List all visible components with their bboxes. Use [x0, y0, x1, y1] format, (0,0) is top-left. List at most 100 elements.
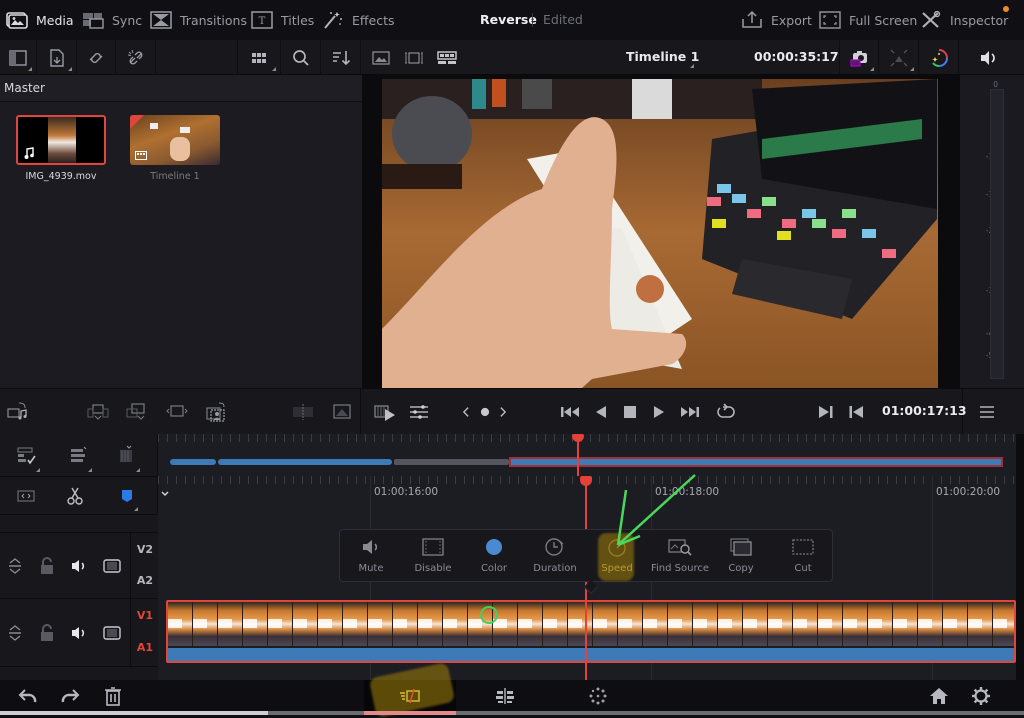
menu-item-mute[interactable]: Mute — [340, 530, 402, 583]
menu-item-cut[interactable]: Cut — [772, 530, 834, 583]
home-button[interactable] — [926, 680, 952, 712]
hamburger-menu-icon — [980, 406, 994, 418]
jump-to-end-button[interactable] — [676, 389, 704, 435]
film-track-icon[interactable] — [102, 556, 122, 576]
export-button[interactable]: Export — [741, 0, 812, 40]
jump-to-start-button[interactable] — [556, 389, 584, 435]
more-menu-button[interactable] — [974, 389, 1000, 435]
scissors-icon — [67, 487, 83, 505]
inspector-button[interactable]: Inspector — [920, 0, 1008, 40]
cut-page-button[interactable] — [395, 680, 425, 712]
play-reverse-button[interactable] — [590, 389, 612, 435]
color-button[interactable] — [919, 40, 959, 75]
clip-name: Timeline 1 — [150, 171, 200, 182]
insert-clip-button[interactable] — [84, 389, 112, 435]
replace-clip-button[interactable] — [162, 389, 192, 435]
chevron-left-icon — [462, 407, 469, 417]
skip-forward-icon — [681, 407, 699, 417]
volume-button[interactable] — [959, 40, 1016, 75]
add-keyframe-button[interactable] — [476, 389, 494, 435]
speaker-icon[interactable] — [69, 623, 89, 643]
collapse-chevron-icon[interactable] — [160, 490, 170, 498]
media-clip-img-4939[interactable]: IMG_4939.mov — [16, 115, 106, 182]
play-icon — [654, 406, 664, 418]
stop-button[interactable] — [619, 389, 641, 435]
cut-page-icon — [400, 688, 420, 704]
audio-track-options-button[interactable] — [60, 434, 96, 476]
loop-button[interactable] — [712, 389, 740, 435]
adjustments-button[interactable] — [404, 389, 434, 435]
bin-name: Master — [4, 81, 45, 95]
strip-view-icon — [437, 50, 457, 64]
snapshot-button[interactable] — [839, 40, 879, 75]
edit-page-button[interactable] — [490, 680, 520, 712]
transform-icon — [890, 49, 907, 66]
place-on-top-icon — [206, 402, 225, 422]
menu-item-disable[interactable]: Disable — [402, 530, 464, 583]
timeline-selector[interactable]: Timeline 1 — [626, 40, 699, 75]
smooth-cut-button[interactable] — [326, 389, 358, 435]
menu-item-duration[interactable]: Duration — [524, 530, 586, 583]
audio-to-video-button[interactable] — [2, 389, 32, 435]
prev-keyframe-button[interactable] — [458, 389, 474, 435]
export-icon — [742, 11, 762, 28]
nav-effects[interactable]: Effects — [322, 0, 395, 40]
fullscreen-label: Full Screen — [849, 12, 918, 28]
speaker-icon[interactable] — [69, 556, 89, 576]
nav-media[interactable]: Media — [6, 0, 74, 40]
settings-button[interactable] — [968, 680, 994, 712]
film-track-icon[interactable] — [102, 623, 122, 643]
next-keyframe-button[interactable] — [495, 389, 511, 435]
nav-titles[interactable]: T Titles — [251, 0, 314, 40]
clip-view-options-button[interactable] — [108, 434, 144, 476]
nav-transitions-label: Transitions — [180, 12, 247, 28]
menu-label: Duration — [533, 563, 577, 574]
annotation-arrow — [616, 474, 696, 547]
fullscreen-button[interactable]: Full Screen — [819, 0, 917, 40]
unlink-button[interactable] — [116, 40, 156, 75]
filmstrip-view-button[interactable] — [398, 40, 430, 75]
resize-track-icon[interactable] — [5, 556, 25, 576]
thumbnail-view-button[interactable] — [366, 40, 396, 75]
menu-item-color[interactable]: Color — [463, 530, 525, 583]
track-options-button[interactable] — [8, 434, 44, 476]
undo-button[interactable] — [14, 680, 42, 712]
lock-icon[interactable] — [37, 556, 57, 576]
mini-timeline[interactable] — [158, 434, 1016, 476]
mark-in-button[interactable] — [844, 389, 868, 435]
grid-view-button[interactable] — [237, 40, 281, 75]
lock-icon[interactable] — [37, 623, 57, 643]
media-clip-timeline-1[interactable]: Timeline 1 — [130, 115, 220, 182]
viewer[interactable] — [362, 75, 960, 388]
stop-icon — [624, 406, 636, 418]
redo-button[interactable] — [56, 680, 84, 712]
overwrite-clip-button[interactable] — [122, 389, 150, 435]
split-clip-button[interactable] — [286, 389, 320, 435]
delete-button[interactable] — [100, 680, 126, 712]
panel-toggle-button[interactable] — [0, 40, 37, 75]
play-reverse-icon — [596, 406, 606, 418]
menu-item-copy[interactable]: Copy — [710, 530, 772, 583]
transform-button[interactable] — [879, 40, 919, 75]
blade-tool-button[interactable] — [60, 477, 90, 515]
search-button[interactable] — [281, 40, 321, 75]
disable-clip-icon — [422, 538, 444, 556]
mark-out-button[interactable] — [814, 389, 838, 435]
mini-playhead[interactable] — [577, 440, 579, 476]
nav-transitions[interactable]: Transitions — [150, 0, 247, 40]
home-icon — [930, 688, 948, 704]
import-media-button[interactable] — [37, 40, 77, 75]
play-button[interactable] — [648, 389, 670, 435]
fairlight-page-button[interactable] — [584, 680, 612, 712]
nav-sync[interactable]: Sync — [82, 0, 142, 40]
trim-tool-button[interactable] — [8, 477, 44, 515]
active-page-indicator — [364, 711, 456, 715]
strip-view-button[interactable] — [432, 40, 462, 75]
place-on-top-button[interactable] — [200, 389, 232, 435]
marker-button[interactable] — [112, 477, 142, 515]
relink-button[interactable] — [77, 40, 116, 75]
sort-button[interactable] — [321, 40, 361, 75]
play-full-button[interactable] — [370, 389, 400, 435]
resize-track-icon[interactable] — [5, 623, 25, 643]
timeline-clip-v1[interactable] — [166, 600, 1016, 663]
